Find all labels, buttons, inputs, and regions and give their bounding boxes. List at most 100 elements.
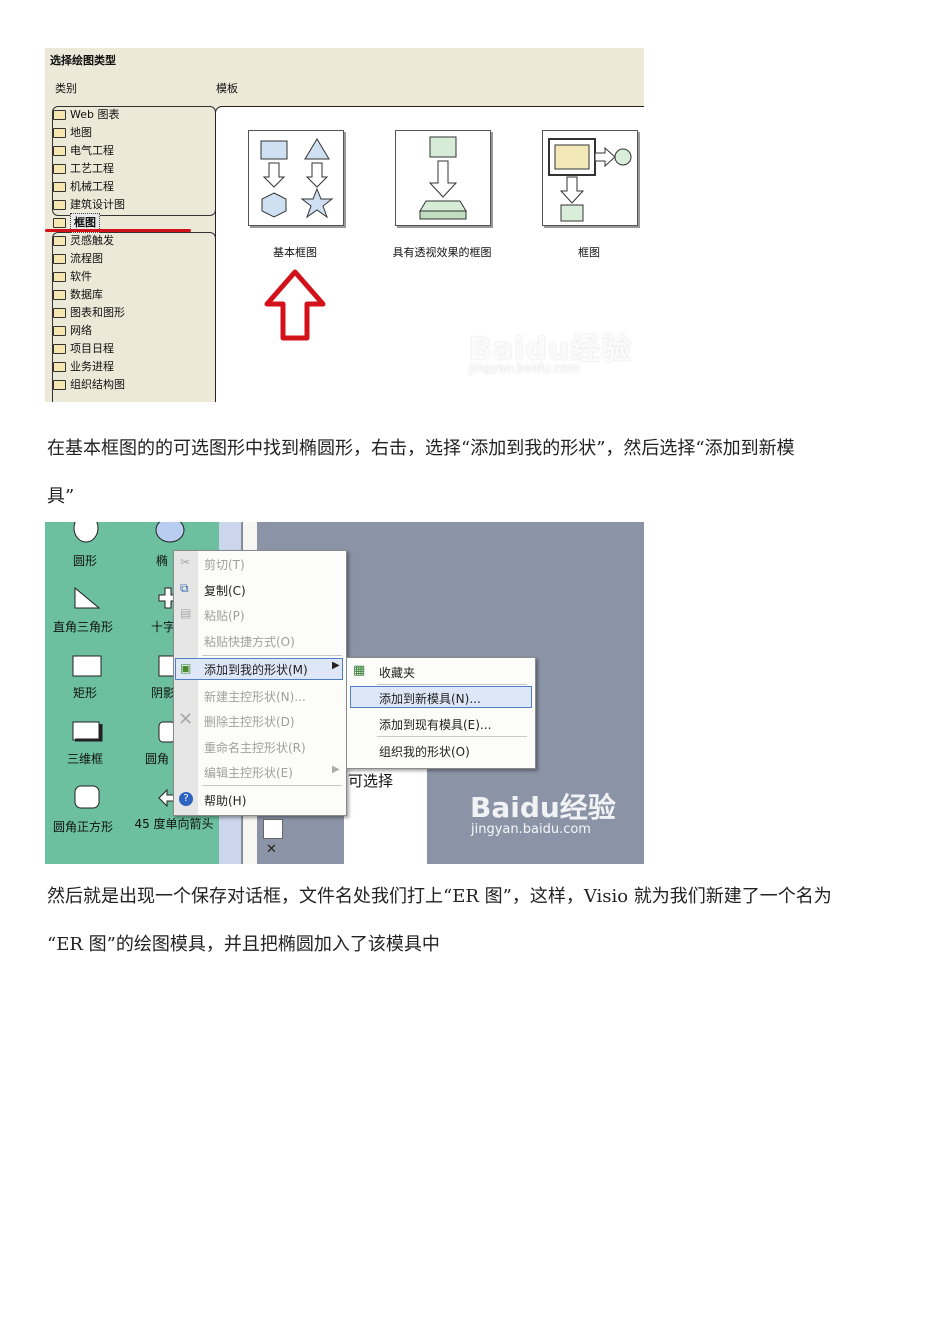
menu-item-cut[interactable]: 剪切(T) bbox=[204, 556, 245, 573]
menu-item-paste-shortcut[interactable]: 粘贴快捷方式(O) bbox=[204, 633, 295, 650]
folder-icon bbox=[53, 308, 66, 318]
folder-icon bbox=[53, 326, 66, 336]
folder-icon bbox=[53, 272, 66, 282]
menu-item-help[interactable]: 帮助(H) bbox=[204, 792, 246, 809]
folder-icon bbox=[53, 344, 66, 354]
basic-block-diagram-icon bbox=[260, 138, 334, 219]
shape-label[interactable]: 阴影 bbox=[151, 684, 175, 701]
category-item[interactable]: 灵感触发 bbox=[53, 232, 125, 250]
rounded-square-shape-icon bbox=[74, 785, 100, 809]
folder-icon bbox=[53, 164, 66, 174]
red-up-arrow-annotation bbox=[264, 269, 326, 341]
shape-label[interactable]: 直角三角形 bbox=[53, 618, 113, 635]
shape-label[interactable]: 圆角正方形 bbox=[53, 818, 113, 835]
folder-icon bbox=[53, 200, 66, 210]
paragraph-2-line-1: 然后就是出现一个保存对话框，文件名处我们打上“ER 图”，这样，Visio 就为… bbox=[47, 886, 832, 907]
screenshot-choose-drawing-type: 选择绘图类型 类别 模板 Web 图表 地图 电气工程 工艺工程 机械工程 建筑… bbox=[45, 48, 644, 402]
baidu-watermark-url: jingyan.baidu.com bbox=[471, 822, 591, 837]
paragraph-1-line-2: 具” bbox=[47, 486, 75, 507]
screenshot-context-menu: 圆形 椭 直角三角形 十字 矩形 阴影 三维框 圆角 圆角正方形 45 度单向箭… bbox=[45, 522, 644, 864]
canvas-text: 可选择 bbox=[348, 772, 394, 790]
copy-icon: ⧉ bbox=[180, 581, 189, 595]
3d-box-shape-icon bbox=[72, 721, 103, 742]
template-thumb-basic-block[interactable] bbox=[248, 130, 344, 226]
menu-item-copy[interactable]: 复制(C) bbox=[204, 582, 246, 599]
menu-separator bbox=[202, 785, 342, 786]
category-item[interactable]: 工艺工程 bbox=[53, 160, 125, 178]
category-item[interactable]: 组织结构图 bbox=[53, 376, 125, 394]
folder-icon bbox=[53, 236, 66, 246]
category-item[interactable]: 建筑设计图 bbox=[53, 196, 125, 214]
red-underline-mark bbox=[45, 229, 191, 232]
circle-shape-icon bbox=[73, 522, 99, 543]
category-item[interactable]: Web 图表 bbox=[53, 106, 125, 124]
paragraph-2-line-2: “ER 图”的绘图模具，并且把椭圆加入了该模具中 bbox=[47, 934, 440, 955]
folder-icon bbox=[53, 290, 66, 300]
category-item[interactable]: 网络 bbox=[53, 322, 125, 340]
submenu-separator bbox=[377, 736, 527, 737]
shape-label[interactable]: 三维框 bbox=[67, 750, 103, 767]
menu-item-rename-master[interactable]: 重命名主控形状(R) bbox=[204, 739, 306, 756]
submenu-arrow-icon: ▶ bbox=[332, 764, 340, 775]
category-label: 类别 bbox=[55, 82, 77, 95]
folder-icon bbox=[53, 254, 66, 264]
submenu-item-organize-my-shapes[interactable]: 组织我的形状(O) bbox=[379, 743, 470, 760]
submenu-item-favorites[interactable]: 收藏夹 bbox=[379, 664, 415, 681]
ellipse-shape-icon bbox=[155, 522, 185, 543]
category-item[interactable]: 地图 bbox=[53, 124, 125, 142]
shape-label[interactable]: 45 度单向箭头 bbox=[133, 818, 215, 830]
folder-icon bbox=[53, 128, 66, 138]
submenu-add-to-my-shapes: ▦ 收藏夹 添加到新模具(N)... 添加到现有模具(E)... 组织我的形状(… bbox=[346, 657, 536, 769]
menu-separator bbox=[202, 655, 342, 656]
folder-icon bbox=[53, 380, 66, 390]
scissors-icon: ✂ bbox=[180, 555, 191, 569]
template-name-basic: 基本框图 bbox=[273, 246, 317, 259]
template-thumb-block[interactable] bbox=[542, 130, 638, 226]
shape-label[interactable]: 圆形 bbox=[73, 552, 97, 569]
category-item[interactable]: 数据库 bbox=[53, 286, 125, 304]
add-shape-icon: ▣ bbox=[180, 661, 192, 675]
folder-icon bbox=[53, 110, 66, 120]
menu-item-add-to-my-shapes[interactable]: 添加到我的形状(M) bbox=[204, 661, 308, 678]
template-name-block: 框图 bbox=[578, 246, 600, 259]
category-item[interactable]: 电气工程 bbox=[53, 142, 125, 160]
perspective-block-icon bbox=[419, 136, 467, 220]
submenu-arrow-icon: ▶ bbox=[332, 660, 340, 671]
baidu-watermark-logo: Baidu经验 bbox=[470, 791, 616, 824]
delete-x-icon: ✕ bbox=[178, 709, 194, 730]
category-item[interactable]: 流程图 bbox=[53, 250, 125, 268]
menu-item-edit-master[interactable]: 编辑主控形状(E) bbox=[204, 764, 293, 781]
category-item[interactable]: 业务进程 bbox=[53, 358, 125, 376]
folder-icon bbox=[53, 182, 66, 192]
shape-label[interactable]: 圆角 bbox=[145, 750, 169, 767]
template-name-perspective: 具有透视效果的框图 bbox=[392, 246, 492, 259]
menu-item-new-master[interactable]: 新建主控形状(N)... bbox=[204, 688, 306, 705]
favorites-icon: ▦ bbox=[353, 663, 366, 678]
menu-item-delete-master[interactable]: 删除主控形状(D) bbox=[204, 713, 295, 730]
shape-label[interactable]: 十字 bbox=[151, 618, 175, 635]
submenu-separator bbox=[377, 684, 527, 685]
context-menu: 剪切(T) ✂ 复制(C) ⧉ 粘贴(P) ▤ 粘贴快捷方式(O) ▣ 添加到我… bbox=[173, 550, 347, 816]
close-x-icon[interactable]: ✕ bbox=[266, 842, 277, 857]
folder-icon bbox=[53, 146, 66, 156]
block-diagram-icon bbox=[548, 138, 632, 222]
category-item[interactable]: 机械工程 bbox=[53, 178, 125, 196]
category-item[interactable]: 项目日程 bbox=[53, 340, 125, 358]
rectangle-shape-icon bbox=[72, 655, 102, 677]
paste-icon: ▤ bbox=[180, 606, 192, 620]
paragraph-1: 在基本框图的的可选图形中找到椭圆形，右击，选择“添加到我的形状”，然后选择“添加… bbox=[47, 425, 927, 521]
category-item[interactable]: 图表和图形 bbox=[53, 304, 125, 322]
shape-label[interactable]: 椭 bbox=[156, 552, 168, 569]
dialog-title: 选择绘图类型 bbox=[50, 54, 116, 67]
shape-label[interactable]: 矩形 bbox=[73, 684, 97, 701]
submenu-item-add-to-new-stencil[interactable]: 添加到新模具(N)... bbox=[379, 690, 481, 707]
help-icon: ? bbox=[179, 792, 193, 806]
right-triangle-shape-icon bbox=[74, 586, 101, 609]
paragraph-2: 然后就是出现一个保存对话框，文件名处我们打上“ER 图”，这样，Visio 就为… bbox=[47, 873, 937, 969]
template-thumb-perspective-block[interactable] bbox=[395, 130, 491, 226]
category-item[interactable]: 软件 bbox=[53, 268, 125, 286]
submenu-item-add-to-existing-stencil[interactable]: 添加到现有模具(E)... bbox=[379, 716, 491, 733]
pencil-tool-icon[interactable] bbox=[263, 819, 283, 839]
menu-item-paste[interactable]: 粘贴(P) bbox=[204, 607, 245, 624]
baidu-watermark-url: jingyan.baidu.com bbox=[469, 361, 580, 375]
